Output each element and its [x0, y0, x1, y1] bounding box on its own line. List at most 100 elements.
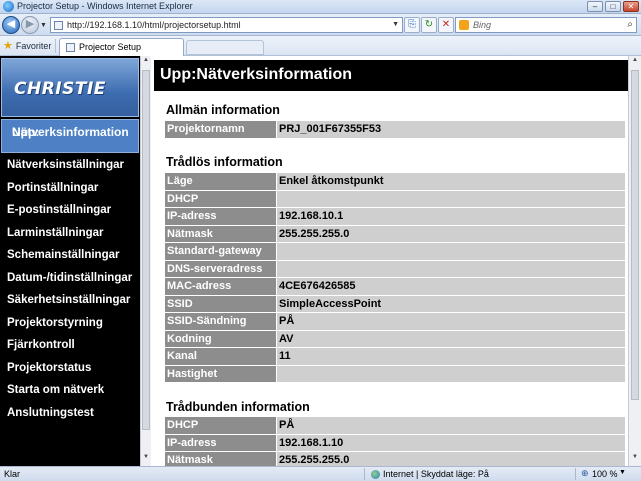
- sidebar-item[interactable]: Schemainställningar: [7, 247, 132, 270]
- address-bar[interactable]: http://192.168.1.10/html/projectorsetup.…: [50, 17, 403, 33]
- scrollbar-thumb[interactable]: [142, 70, 150, 430]
- page-header: Upp:Nätverksinformation: [154, 60, 628, 91]
- forward-button[interactable]: ▶: [21, 16, 39, 34]
- sidebar-item[interactable]: Anslutningstest: [7, 405, 132, 428]
- sidebar-item[interactable]: Nätverksinställningar: [7, 157, 132, 180]
- page-content: CHRISTIE Upp: Nätverksinformation Nätverk…: [0, 56, 641, 466]
- sidebar-scrollbar[interactable]: ▲ ▼: [140, 56, 151, 466]
- wireless-info-table: Läge Enkel åtkomstpunkt DHCP IP-adress 192…: [164, 172, 626, 383]
- christie-logo: CHRISTIE: [1, 58, 139, 117]
- sidebar-item[interactable]: Larminställningar: [7, 225, 132, 248]
- favorites-label: Favoriter: [15, 40, 52, 51]
- stop-icon[interactable]: ✕: [438, 17, 454, 33]
- general-info-table: Projektornamn PRJ_001F67355F53: [164, 120, 626, 139]
- wired-info-table: DHCP PÅ IP-adress 192.168.1.10 Nätmask 255.…: [164, 416, 626, 466]
- scroll-up-icon[interactable]: ▲: [142, 57, 150, 68]
- row-value: [277, 260, 625, 277]
- table-row: DNS-serveradress: [165, 260, 625, 277]
- globe-icon: [371, 469, 380, 479]
- security-zone[interactable]: Internet | Skyddat läge: På: [371, 469, 489, 479]
- table-row: Nätmask 255.255.255.0: [165, 225, 625, 242]
- ie-logo-icon: [3, 1, 14, 12]
- row-key: SSID: [165, 295, 276, 312]
- star-icon: ★: [3, 40, 13, 52]
- table-row: DHCP PÅ: [165, 417, 625, 434]
- main-scrollbar[interactable]: ▲ ▼: [628, 56, 641, 466]
- row-key: Läge: [165, 173, 276, 190]
- row-value: 11: [277, 348, 625, 365]
- row-key: Hastighet: [165, 365, 276, 382]
- search-box[interactable]: Bing ⌕: [455, 17, 637, 33]
- search-icon[interactable]: ⌕: [627, 19, 633, 30]
- table-row: Kodning AV: [165, 330, 625, 347]
- row-value: 192.168.10.1: [277, 208, 625, 225]
- row-value: 192.168.1.10: [277, 434, 625, 451]
- row-value: AV: [277, 330, 625, 347]
- table-row: IP-adress 192.168.10.1: [165, 208, 625, 225]
- row-key: DHCP: [165, 190, 276, 207]
- row-value: PRJ_001F67355F53: [277, 121, 625, 138]
- sidebar-item[interactable]: E-postinställningar: [7, 202, 132, 225]
- wireless-section-title: Trådlös information: [166, 155, 283, 169]
- zoom-dropdown-icon[interactable]: ▼: [619, 469, 626, 476]
- row-value: [277, 365, 625, 382]
- url-text[interactable]: http://192.168.1.10/html/projectorsetup.…: [67, 20, 241, 30]
- general-section-title: Allmän information: [166, 103, 280, 117]
- compatibility-view-icon[interactable]: ⎘: [404, 17, 420, 33]
- close-button[interactable]: ✕: [623, 1, 639, 12]
- row-value: SimpleAccessPoint: [277, 295, 625, 312]
- row-value: Enkel åtkomstpunkt: [277, 173, 625, 190]
- wired-section-title: Trådbunden information: [166, 400, 310, 414]
- page-icon: [54, 21, 63, 30]
- sidebar-item-network-info[interactable]: Upp: Nätverksinformation: [1, 119, 139, 153]
- table-row: SSID-Sändning PÅ: [165, 313, 625, 330]
- sidebar-item[interactable]: Säkerhetsinställningar: [7, 292, 132, 315]
- zoom-level[interactable]: 100 %: [592, 469, 618, 479]
- row-key: Standard-gateway: [165, 243, 276, 260]
- address-dropdown-icon[interactable]: ▼: [392, 21, 399, 28]
- row-value: 255.255.255.0: [277, 225, 625, 242]
- scroll-down-icon[interactable]: ▼: [631, 454, 639, 465]
- row-key: Kodning: [165, 330, 276, 347]
- row-value: 255.255.255.0: [277, 452, 625, 466]
- row-key: Nätmask: [165, 225, 276, 242]
- row-key: Kanal: [165, 348, 276, 365]
- scrollbar-thumb[interactable]: [631, 70, 639, 400]
- sidebar-item[interactable]: Portinställningar: [7, 180, 132, 203]
- scroll-up-icon[interactable]: ▲: [631, 57, 639, 68]
- divider: [575, 468, 576, 480]
- row-key: SSID-Sändning: [165, 313, 276, 330]
- favorites-button[interactable]: ★ Favoriter: [3, 39, 51, 52]
- zoom-icon[interactable]: ⊕: [581, 468, 589, 479]
- divider: [364, 468, 365, 480]
- table-row: MAC-adress 4CE676426585: [165, 278, 625, 295]
- table-row: Kanal 11: [165, 348, 625, 365]
- new-tab-button[interactable]: [186, 40, 264, 55]
- address-toolbar: ◀ ▶ ▼ http://192.168.1.10/html/projector…: [0, 14, 641, 36]
- tab-projector-setup[interactable]: Projector Setup: [59, 38, 184, 56]
- row-key: DHCP: [165, 417, 276, 434]
- maximize-button[interactable]: □: [605, 1, 621, 12]
- scroll-down-icon[interactable]: ▼: [142, 454, 150, 465]
- divider: [55, 39, 56, 53]
- favorites-bar: ★ Favoriter Projector Setup: [0, 36, 641, 56]
- table-row: DHCP: [165, 190, 625, 207]
- refresh-icon[interactable]: ↻: [421, 17, 437, 33]
- sidebar-item[interactable]: Datum-/tidinställningar: [7, 270, 132, 293]
- row-value: PÅ: [277, 313, 625, 330]
- history-dropdown-icon[interactable]: ▼: [40, 22, 47, 29]
- row-value: PÅ: [277, 417, 625, 434]
- search-placeholder: Bing: [473, 20, 492, 30]
- row-key: Nätmask: [165, 452, 276, 466]
- window-title: Projector Setup - Windows Internet Explo…: [17, 1, 193, 11]
- page-title: Upp:Nätverksinformation: [160, 66, 353, 83]
- sidebar-item[interactable]: Starta om nätverk: [7, 382, 132, 405]
- sidebar-item[interactable]: Fjärrkontroll: [7, 337, 132, 360]
- sidebar-item[interactable]: Projektorstatus: [7, 360, 132, 383]
- back-button[interactable]: ◀: [2, 16, 20, 34]
- sidebar: CHRISTIE Upp: Nätverksinformation Nätverk…: [0, 56, 140, 466]
- tab-label: Projector Setup: [79, 42, 142, 52]
- sidebar-item[interactable]: Projektorstyrning: [7, 315, 132, 338]
- minimize-button[interactable]: –: [587, 1, 603, 12]
- zone-text: Internet | Skyddat läge: På: [383, 469, 489, 479]
